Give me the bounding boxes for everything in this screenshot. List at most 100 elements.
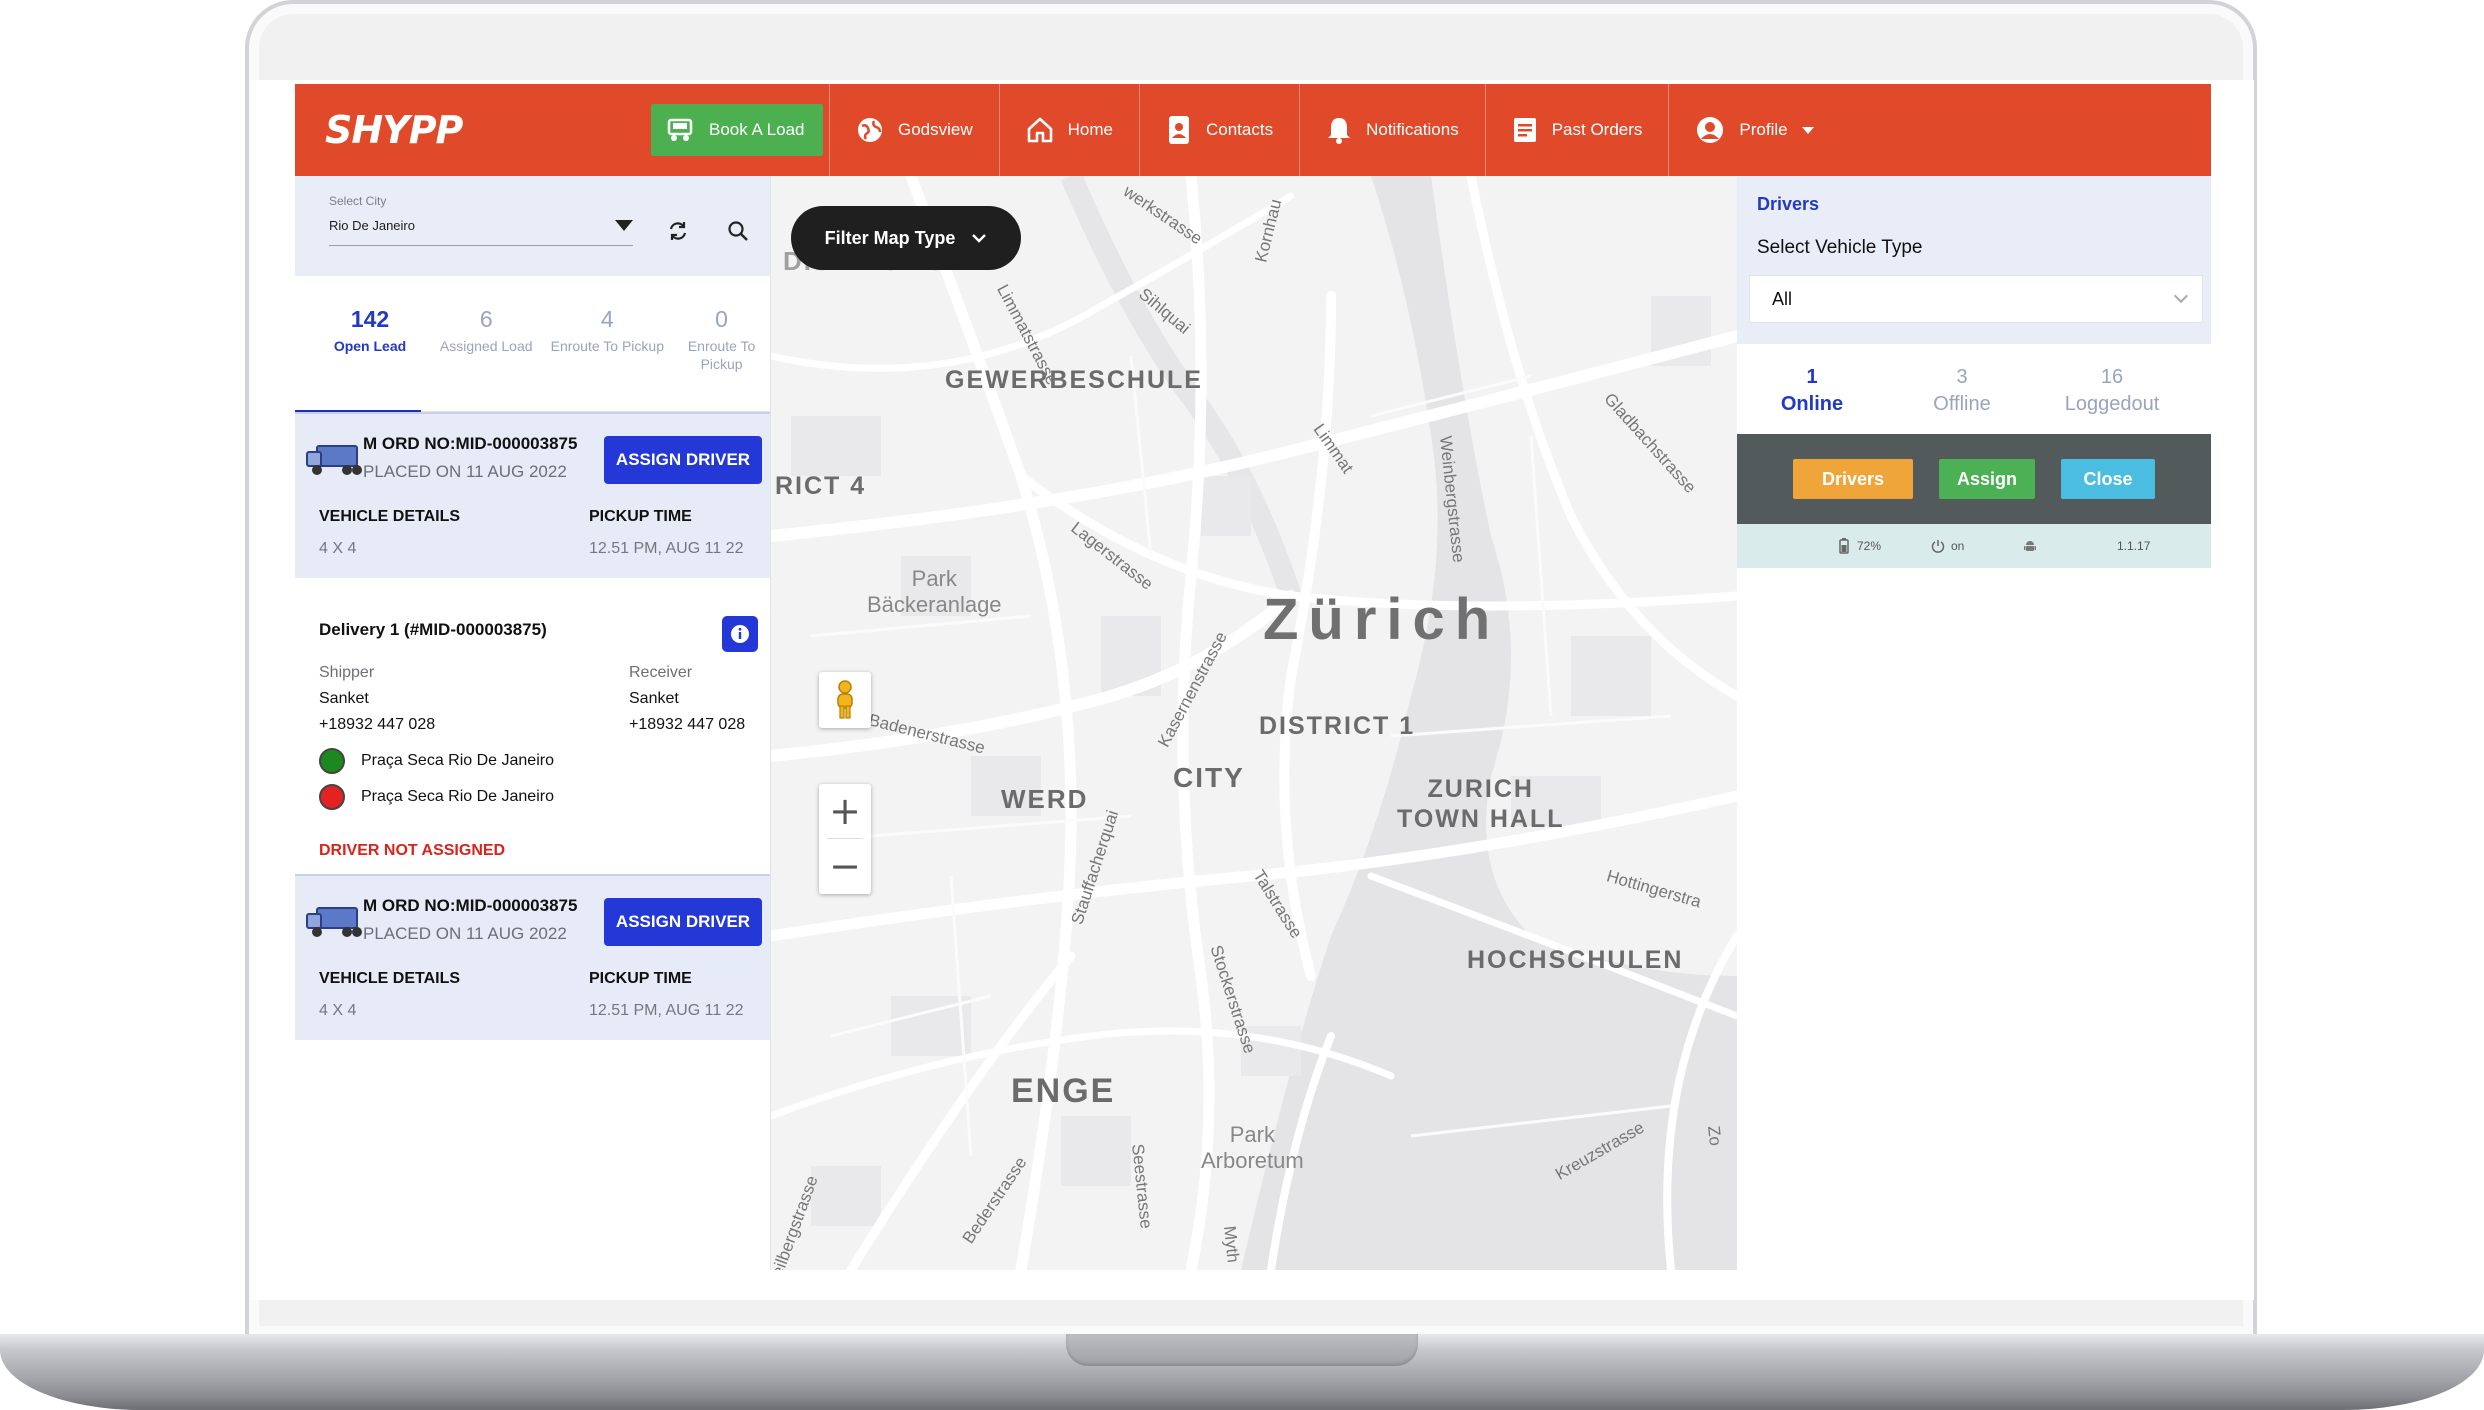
shipper-phone: +18932 447 028 — [319, 716, 436, 733]
pickup-time-value: 12.51 PM, AUG 11 22 — [589, 540, 744, 557]
nav-notifications[interactable]: Notifications — [1299, 84, 1485, 176]
laptop-screen: SHYPP Book A Load Godsview Home Contacts — [252, 80, 2254, 1300]
tab-enroute-to-pickup-2[interactable]: 0 Enroute To Pickup — [673, 306, 770, 411]
drivers-filter-box: Drivers Select Vehicle Type All — [1737, 176, 2211, 344]
nav-profile-label: Profile — [1739, 120, 1788, 139]
townhall-line: TOWN HALL — [1397, 805, 1565, 833]
order-card[interactable]: M ORD NO:MID-000003875 PLACED ON 11 AUG … — [295, 874, 770, 1040]
nav-home-label: Home — [1067, 120, 1113, 139]
pegman-icon — [837, 680, 853, 719]
park-name: Arboretum — [1201, 1148, 1304, 1173]
order-status-tabs: 142 Open Lead 6 Assigned Load 4 Enroute … — [295, 276, 770, 413]
tab-count: 0 — [715, 306, 728, 332]
nav-godsview[interactable]: Godsview — [829, 84, 999, 176]
contacts-icon — [1169, 116, 1189, 144]
battery-status: 72% — [1837, 538, 1931, 554]
delivery-details: Delivery 1 (#MID-000003875) Shipper Sank… — [295, 578, 770, 874]
pickup-time-label: PICKUP TIME — [589, 970, 692, 987]
assign-driver-button[interactable]: ASSIGN DRIVER — [604, 436, 762, 484]
assign-driver-button[interactable]: ASSIGN DRIVER — [604, 898, 762, 946]
chevron-down-icon — [972, 234, 987, 243]
logo-text: SHYPP — [325, 108, 463, 152]
bell-icon — [1328, 118, 1351, 144]
platform-status — [2023, 539, 2117, 553]
vehicle-details-value: 4 X 4 — [319, 1002, 357, 1019]
dropdown-arrow-icon — [615, 220, 633, 231]
drivers-panel: Drivers Select Vehicle Type All 1 Online… — [1737, 176, 2211, 1270]
map-label-gewerbeschule: GEWERBESCHULE — [945, 366, 1203, 394]
driver-status-row[interactable]: 72% on 1.1.17 — [1737, 524, 2211, 568]
map-view[interactable]: DISTRICT 5 GEWERBESCHULE RICT 4 Park Bäc… — [771, 176, 1737, 1270]
map-label-zurich: Zürich — [1263, 587, 1501, 652]
tab-open-lead[interactable]: 142 Open Lead — [309, 306, 431, 411]
orders-icon — [1513, 118, 1536, 142]
zoom-in-button[interactable]: + — [819, 784, 871, 838]
vehicle-type-value: All — [1772, 288, 1793, 309]
tab-label: Loggedout — [2064, 393, 2160, 415]
map-label-park-arboretum: Park Arboretum — [1201, 1122, 1304, 1174]
delivery-title: Delivery 1 (#MID-000003875) — [319, 620, 547, 639]
globe-icon — [858, 118, 882, 142]
shipper-label: Shipper — [319, 664, 375, 681]
close-button[interactable]: Close — [2061, 459, 2155, 499]
tab-count: 4 — [600, 306, 614, 332]
map-label-hochschulen: HOCHSCHULEN — [1467, 946, 1684, 974]
pickup-time-value: 12.51 PM, AUG 11 22 — [589, 1002, 744, 1019]
info-icon — [731, 625, 749, 643]
nav-contacts[interactable]: Contacts — [1139, 84, 1299, 176]
tab-count: 16 — [2100, 366, 2124, 388]
driver-status-tabs: 1 Online 3 Offline 16 Loggedout — [1737, 344, 2211, 434]
map-label-townhall: ZURICH TOWN HALL — [1397, 774, 1565, 834]
zoom-controls: + − — [819, 784, 871, 894]
vehicle-details-label: VEHICLE DETAILS — [319, 970, 461, 987]
pickup-time-label: PICKUP TIME — [589, 508, 692, 525]
tab-label: Online — [1780, 393, 1844, 415]
nav-profile[interactable]: Profile — [1668, 84, 1839, 176]
drivers-button[interactable]: Drivers — [1793, 459, 1913, 499]
map-label-city: CITY — [1173, 762, 1245, 793]
app-window: SHYPP Book A Load Godsview Home Contacts — [295, 84, 2211, 1270]
nav-home[interactable]: Home — [998, 84, 1139, 176]
zoom-out-button[interactable]: − — [819, 839, 871, 893]
pickup-location: Praça Seca Rio De Janeiro — [319, 748, 758, 774]
city-select-value: Rio De Janeiro — [329, 218, 415, 233]
map-label-park-baeckeranlage: Park Bäckeranlage — [867, 566, 1002, 618]
tab-assigned-load[interactable]: 6 Assigned Load — [431, 306, 541, 411]
brand-logo[interactable]: SHYPP — [295, 84, 651, 176]
tab-online[interactable]: 1 Online — [1737, 366, 1887, 434]
tab-offline[interactable]: 3 Offline — [1887, 366, 2037, 434]
tab-loggedout[interactable]: 16 Loggedout — [2037, 366, 2187, 434]
nav-past-orders[interactable]: Past Orders — [1484, 84, 1669, 176]
shipper-name: Sanket — [319, 690, 369, 707]
laptop-notch — [1066, 1334, 1418, 1366]
truck-icon — [306, 907, 362, 937]
map-label-district1: DISTRICT 1 — [1259, 712, 1416, 740]
orders-panel: Select City Rio De Janeiro 142 Open Lead… — [295, 176, 771, 1270]
tab-label: Enroute To Pickup — [550, 338, 664, 354]
tab-enroute-to-pickup[interactable]: 4 Enroute To Pickup — [541, 306, 673, 411]
tab-label: Offline — [1933, 393, 1991, 415]
power-status: on — [1931, 539, 2023, 553]
info-button[interactable] — [722, 616, 758, 652]
vehicle-type-select[interactable]: All — [1749, 275, 2203, 323]
refresh-icon[interactable] — [667, 220, 689, 242]
receiver-label: Receiver — [629, 664, 693, 681]
book-a-load-button[interactable]: Book A Load — [651, 104, 823, 156]
vehicle-details-value: 4 X 4 — [319, 540, 357, 557]
driver-status: DRIVER NOT ASSIGNED — [319, 842, 506, 859]
tab-label: Enroute To Pickup — [687, 338, 756, 372]
filter-map-type-label: Filter Map Type — [824, 227, 956, 248]
assign-button[interactable]: Assign — [1939, 459, 2035, 499]
tab-count: 142 — [350, 306, 390, 332]
search-icon[interactable] — [727, 220, 749, 242]
drop-dot-icon — [319, 784, 345, 810]
home-icon — [1027, 117, 1052, 143]
order-card[interactable]: M ORD NO:MID-000003875 PLACED ON 11 AUG … — [295, 412, 770, 578]
top-navbar: SHYPP Book A Load Godsview Home Contacts — [295, 84, 2211, 176]
filter-map-type-button[interactable]: Filter Map Type — [791, 206, 1021, 270]
power-value: on — [1951, 539, 1965, 553]
drop-location-text: Praça Seca Rio De Janeiro — [361, 788, 554, 805]
city-selector-box: Select City Rio De Janeiro — [295, 176, 770, 276]
city-select[interactable]: Rio De Janeiro — [329, 218, 633, 246]
street-view-pegman[interactable] — [819, 672, 871, 728]
